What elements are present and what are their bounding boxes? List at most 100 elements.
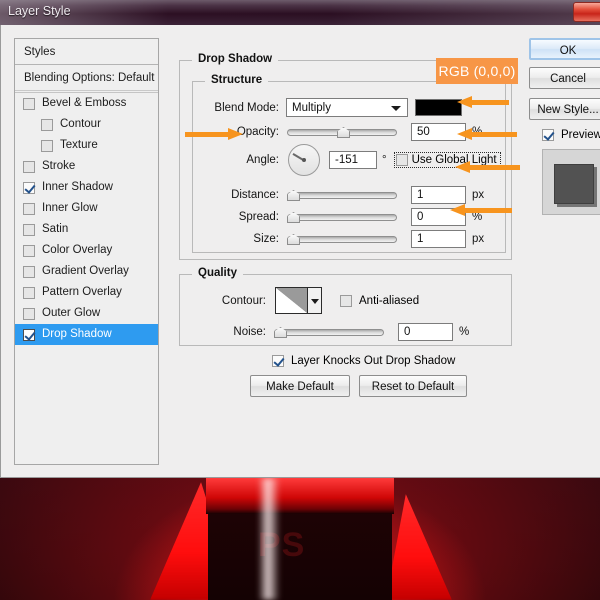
anti-aliased-label: Anti-aliased xyxy=(359,295,419,307)
angle-unit: ° xyxy=(382,154,387,166)
style-toggle-checkbox[interactable] xyxy=(23,308,35,320)
style-toggle-checkbox[interactable] xyxy=(23,161,35,173)
arrow-shaft xyxy=(464,208,512,213)
sidebar-item-color-overlay[interactable]: Color Overlay xyxy=(15,240,158,261)
arrow-shaft xyxy=(185,132,229,137)
blend-mode-select[interactable]: Multiply xyxy=(286,98,408,117)
size-label: Size: xyxy=(201,233,279,245)
anti-aliased-checkbox[interactable] xyxy=(340,295,352,307)
size-slider[interactable] xyxy=(287,233,397,245)
spread-label: Spread: xyxy=(201,211,279,223)
arrow-shaft xyxy=(471,132,517,137)
preview-shape xyxy=(554,164,594,204)
styles-list: Styles Blending Options: Default Bevel &… xyxy=(14,38,159,465)
distance-slider[interactable] xyxy=(287,189,397,201)
sidebar-item-inner-shadow[interactable]: Inner Shadow xyxy=(15,177,158,198)
angle-label: Angle: xyxy=(201,154,279,166)
style-toggle-checkbox[interactable] xyxy=(23,329,35,341)
contour-swatch[interactable] xyxy=(275,287,308,314)
drop-shadow-group-label: Drop Shadow xyxy=(192,53,278,65)
sidebar-item-blending-options[interactable]: Blending Options: Default xyxy=(15,65,158,91)
sidebar-item-label: Outer Glow xyxy=(42,303,100,324)
shadow-color-swatch[interactable] xyxy=(415,99,462,116)
annotation-arrow-distance xyxy=(455,161,520,174)
layer-knocks-out-checkbox[interactable] xyxy=(272,355,284,367)
spread-slider[interactable] xyxy=(287,211,397,223)
sidebar-item-outer-glow[interactable]: Outer Glow xyxy=(15,303,158,324)
size-input[interactable]: 1 xyxy=(411,230,466,248)
size-slider-track xyxy=(287,236,397,243)
annotation-arrow-opacity xyxy=(457,96,509,109)
make-default-button[interactable]: Make Default xyxy=(250,375,350,397)
style-toggle-checkbox[interactable] xyxy=(23,287,35,299)
sidebar-item-satin[interactable]: Satin xyxy=(15,219,158,240)
style-toggle-checkbox[interactable] xyxy=(23,224,35,236)
style-toggle-checkbox[interactable] xyxy=(41,140,53,152)
contour-picker[interactable] xyxy=(275,287,322,314)
distance-row: Distance: 1 px xyxy=(201,186,501,204)
noise-slider[interactable] xyxy=(274,326,384,338)
artwork-light-ray xyxy=(386,494,452,600)
sidebar-item-label: Pattern Overlay xyxy=(42,282,122,303)
noise-slider-track xyxy=(274,329,384,336)
distance-label: Distance: xyxy=(201,189,279,201)
quality-group: Quality Contour: Anti-aliased Noise: xyxy=(179,274,512,346)
size-unit: px xyxy=(472,233,484,245)
distance-input[interactable]: 1 xyxy=(411,186,466,204)
dialog-actions: OK Cancel New Style... Preview xyxy=(529,38,600,215)
sidebar-item-label: Drop Shadow xyxy=(42,324,112,345)
artwork-cup-rim xyxy=(206,478,394,514)
opacity-slider[interactable] xyxy=(287,126,397,138)
arrow-shaft xyxy=(469,165,520,170)
style-toggle-checkbox[interactable] xyxy=(23,266,35,278)
sidebar-item-stroke[interactable]: Stroke xyxy=(15,156,158,177)
arrow-head xyxy=(450,204,465,216)
size-row: Size: 1 px xyxy=(201,230,501,248)
cancel-button[interactable]: Cancel xyxy=(529,67,600,89)
arrow-head xyxy=(228,128,243,140)
noise-row: Noise: 0 % xyxy=(188,323,488,341)
dialog-body: Styles Blending Options: Default Bevel &… xyxy=(0,25,600,478)
sidebar-item-drop-shadow[interactable]: Drop Shadow xyxy=(15,324,158,345)
distance-slider-track xyxy=(287,192,397,199)
close-icon[interactable] xyxy=(573,2,600,22)
sidebar-item-inner-glow[interactable]: Inner Glow xyxy=(15,198,158,219)
opacity-row: Opacity: 50 % xyxy=(201,123,501,141)
layer-knocks-out-row[interactable]: Layer Knocks Out Drop Shadow xyxy=(272,355,455,367)
contour-dropdown-button[interactable] xyxy=(308,287,322,314)
sidebar-item-texture[interactable]: Texture xyxy=(15,135,158,156)
noise-input[interactable]: 0 xyxy=(398,323,453,341)
rgb-annotation-badge: RGB (0,0,0) xyxy=(436,58,518,84)
preview-toggle-row[interactable]: Preview xyxy=(529,129,600,141)
style-toggle-checkbox[interactable] xyxy=(23,182,35,194)
preview-checkbox[interactable] xyxy=(542,129,554,141)
sidebar-items-container: Bevel & EmbossContourTextureStrokeInner … xyxy=(15,93,158,345)
ok-button[interactable]: OK xyxy=(529,38,600,60)
style-toggle-checkbox[interactable] xyxy=(23,203,35,215)
annotation-arrow-global-light xyxy=(457,128,517,141)
sidebar-item-gradient-overlay[interactable]: Gradient Overlay xyxy=(15,261,158,282)
style-toggle-checkbox[interactable] xyxy=(41,119,53,131)
drop-shadow-group: Drop Shadow Structure Blend Mode: Multip… xyxy=(179,60,512,260)
contour-label: Contour: xyxy=(188,295,266,307)
style-toggle-checkbox[interactable] xyxy=(23,98,35,110)
new-style-button[interactable]: New Style... xyxy=(529,98,600,120)
layer-knocks-out-label: Layer Knocks Out Drop Shadow xyxy=(291,355,455,367)
arrow-head xyxy=(457,128,472,140)
reset-to-default-button[interactable]: Reset to Default xyxy=(359,375,467,397)
dialog-titlebar[interactable]: Layer Style xyxy=(0,0,600,25)
noise-label: Noise: xyxy=(188,326,266,338)
style-toggle-checkbox[interactable] xyxy=(23,245,35,257)
preview-label: Preview xyxy=(561,129,600,141)
sidebar-item-label: Satin xyxy=(42,219,68,240)
arrow-shaft xyxy=(471,100,509,105)
sidebar-item-label: Bevel & Emboss xyxy=(42,93,126,114)
contour-row: Contour: Anti-aliased xyxy=(188,287,488,314)
angle-dial[interactable] xyxy=(288,144,320,176)
use-global-light-checkbox[interactable] xyxy=(396,154,408,166)
sidebar-item-pattern-overlay[interactable]: Pattern Overlay xyxy=(15,282,158,303)
angle-input[interactable]: -151 xyxy=(329,151,377,169)
sidebar-item-contour[interactable]: Contour xyxy=(15,114,158,135)
sidebar-item-bevel-emboss[interactable]: Bevel & Emboss xyxy=(15,93,158,114)
sidebar-item-label: Stroke xyxy=(42,156,75,177)
